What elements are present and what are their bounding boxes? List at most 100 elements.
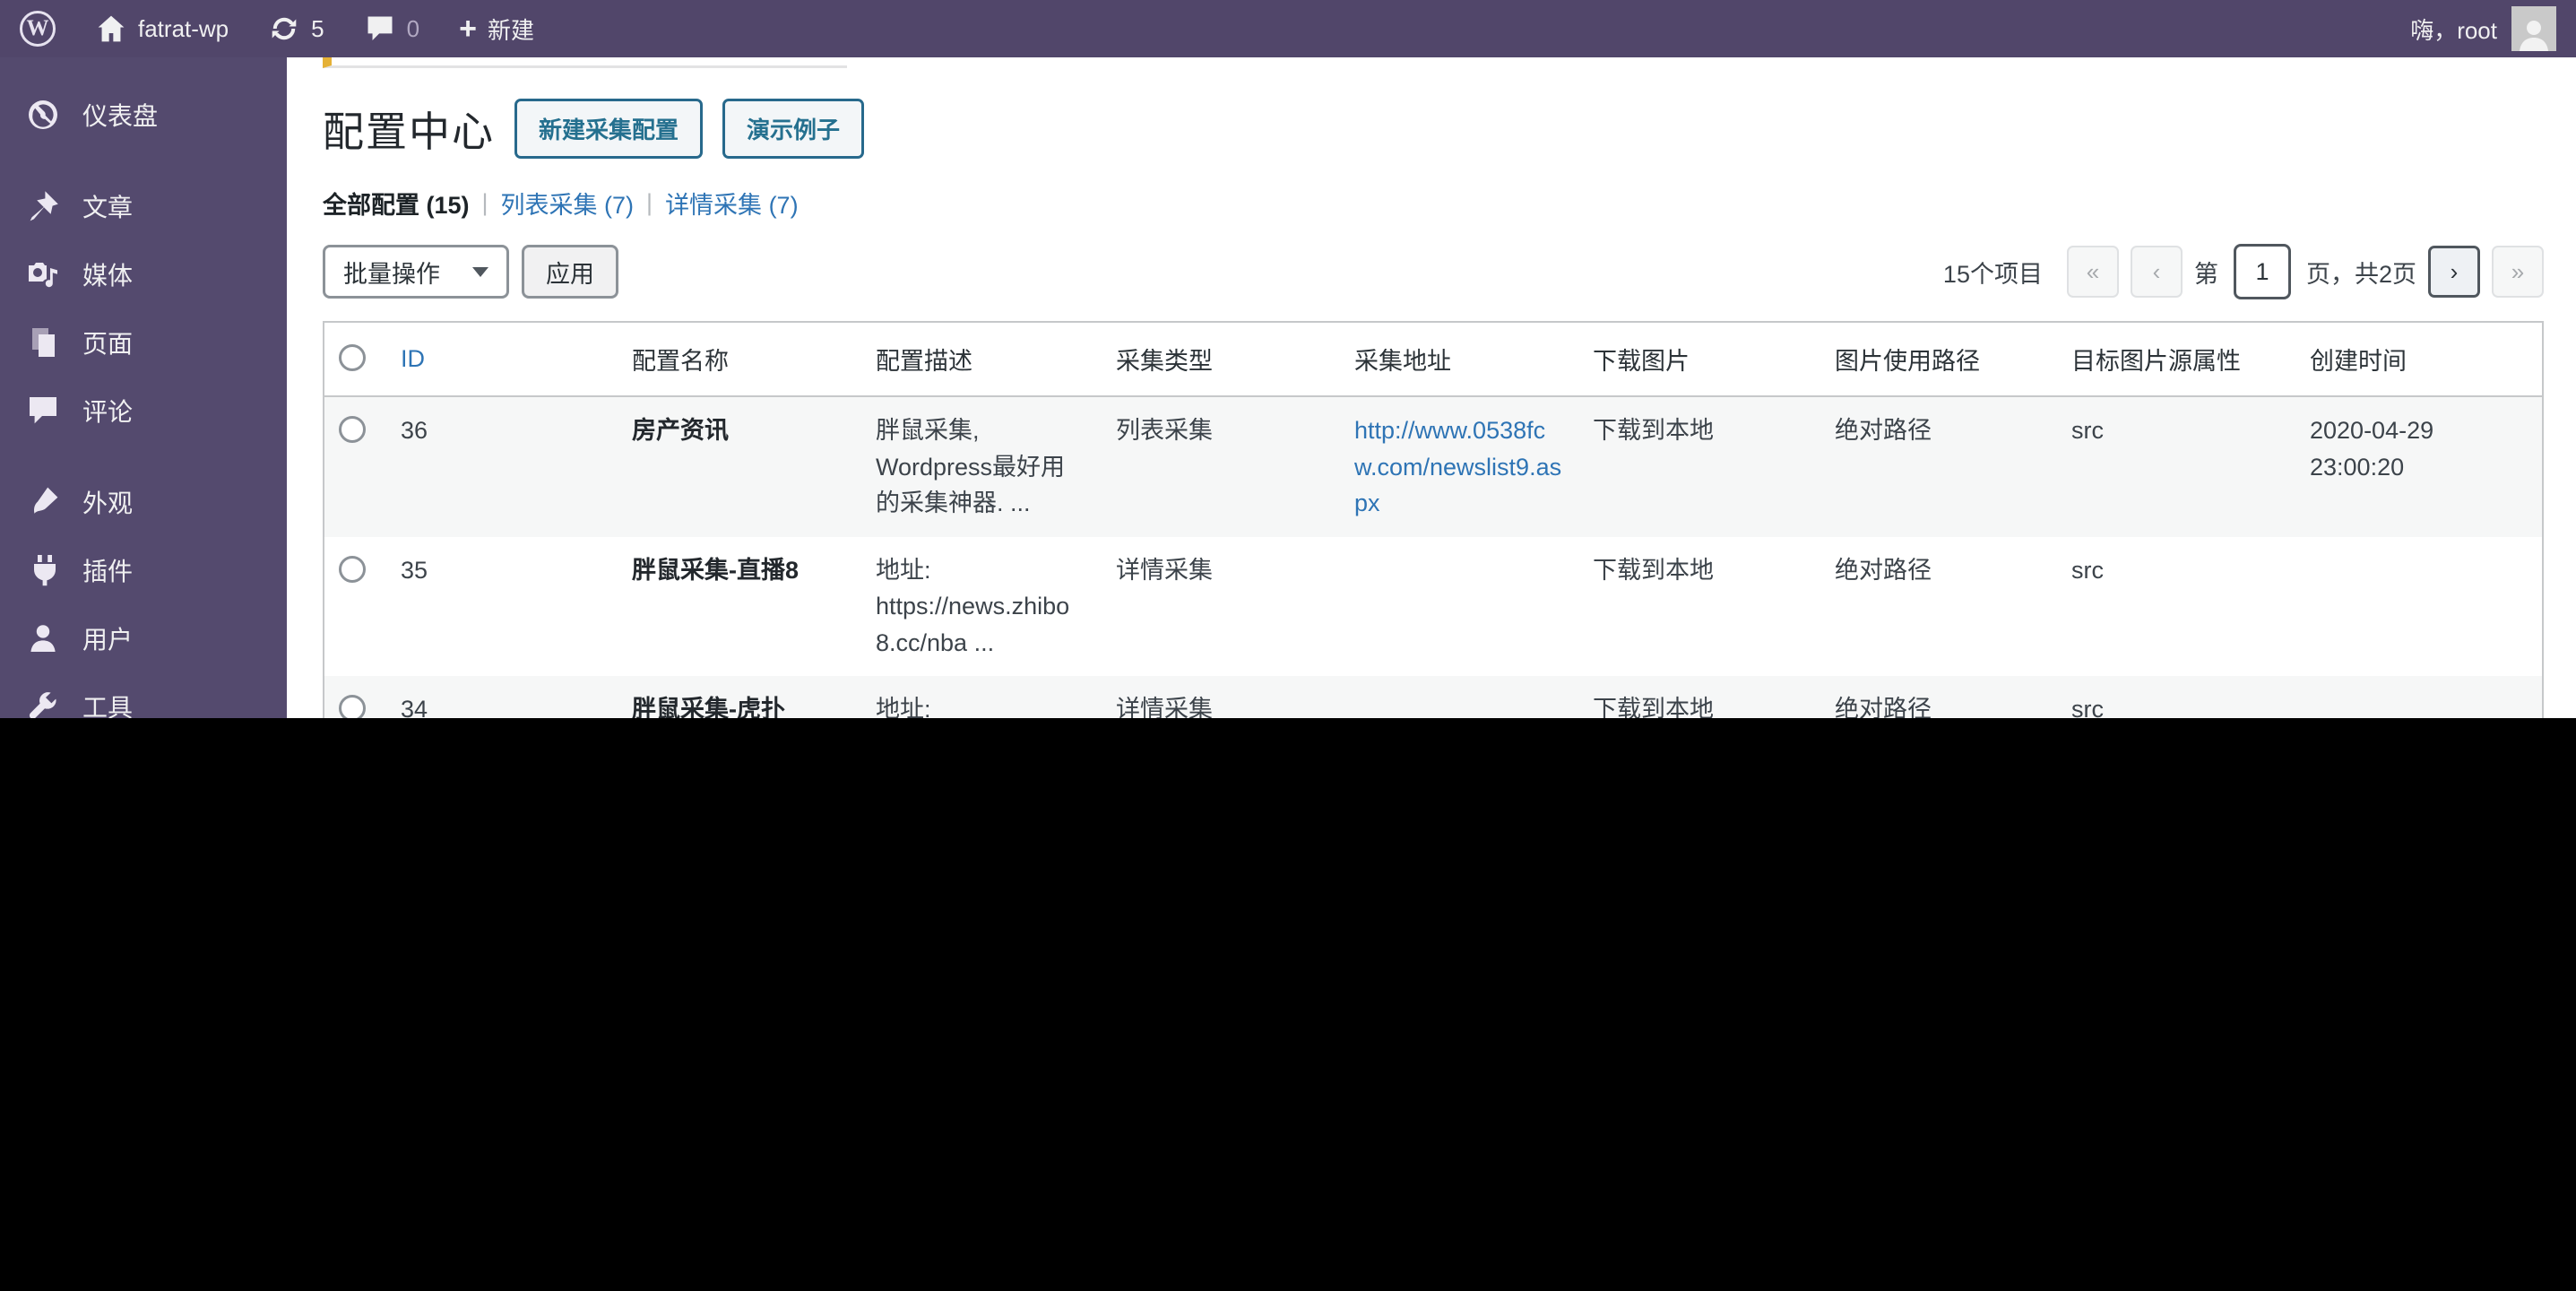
scrolled-notice-remnant xyxy=(323,57,847,68)
filter-link-2[interactable]: 详情采集 (7) xyxy=(665,186,799,221)
bulk-action-select[interactable]: 批量操作 xyxy=(323,245,509,299)
cell-url xyxy=(1340,537,1578,677)
prev-page-button: ‹ xyxy=(2131,246,2183,298)
cell-path: 绝对路径 xyxy=(1820,396,2057,537)
current-page-input[interactable] xyxy=(2234,244,2291,299)
first-page-button: « xyxy=(2067,246,2119,298)
table-row: 34胖鼠采集-虎扑地址: https://voice.hupu. com/spo… xyxy=(324,676,2543,718)
sidebar-item-media[interactable]: 媒体 xyxy=(0,240,287,308)
wrench-icon xyxy=(25,689,61,718)
sidebar-item-pushpin[interactable]: 文章 xyxy=(0,172,287,240)
cell-id: 35 xyxy=(386,537,618,677)
sidebar-item-label: 用户 xyxy=(82,620,133,656)
plus-icon: + xyxy=(459,12,477,47)
cell-id: 36 xyxy=(386,396,618,537)
cell-type: 详情采集 xyxy=(1102,676,1340,718)
cell-path: 绝对路径 xyxy=(1820,676,2057,718)
avatar[interactable] xyxy=(2511,6,2556,51)
row-checkbox[interactable] xyxy=(339,695,366,718)
next-page-button[interactable]: › xyxy=(2428,246,2480,298)
cell-id: 34 xyxy=(386,676,618,718)
cell-download: 下载到本地 xyxy=(1578,537,1820,677)
page-title: 配置中心 xyxy=(323,100,495,159)
cell-name: 胖鼠采集-虎扑 xyxy=(618,676,861,718)
sidebar-item-gauge[interactable]: 仪表盘 xyxy=(0,81,287,149)
row-checkbox[interactable] xyxy=(339,416,366,443)
home-icon xyxy=(95,13,127,45)
update-icon xyxy=(268,13,300,45)
sidebar-item-label: 仪表盘 xyxy=(82,97,158,133)
cell-url xyxy=(1340,676,1578,718)
cell-created xyxy=(2295,537,2543,677)
row-checkbox[interactable] xyxy=(339,556,366,583)
sidebar-item-wrench[interactable]: 工具 xyxy=(0,672,287,718)
gauge-icon xyxy=(25,97,61,133)
cell-type: 列表采集 xyxy=(1102,396,1340,537)
cell-desc: 地址: https://voice.hupu. com/spo... xyxy=(861,676,1102,718)
pushpin-icon xyxy=(25,188,61,224)
user-greeting[interactable]: 嗨，root xyxy=(2410,13,2497,46)
pages-icon xyxy=(25,325,61,360)
sidebar-item-pages[interactable]: 页面 xyxy=(0,308,287,377)
wordpress-logo-menu[interactable]: W xyxy=(0,0,75,57)
cell-type: 详情采集 xyxy=(1102,537,1340,677)
bulk-action-label: 批量操作 xyxy=(343,255,440,290)
sidebar-item-label: 外观 xyxy=(82,484,133,520)
pagination: 15个项目 « ‹ 第 页，共2页 › » xyxy=(1943,244,2544,299)
sidebar-item-label: 媒体 xyxy=(82,256,133,292)
chevron-down-icon xyxy=(472,267,488,277)
person-icon xyxy=(2516,15,2552,51)
plug-icon xyxy=(25,552,61,588)
column-header-type: 采集类型 xyxy=(1102,322,1340,396)
cell-attr: src xyxy=(2057,537,2295,677)
comment-icon xyxy=(364,13,396,45)
sidebar-item-brush[interactable]: 外观 xyxy=(0,468,287,536)
column-header-attr: 目标图片源属性 xyxy=(2057,322,2295,396)
items-count: 15个项目 xyxy=(1943,255,2043,290)
sidebar-item-label: 文章 xyxy=(82,188,133,224)
admin-sidebar: 仪表盘文章媒体页面评论外观插件用户工具设置 xyxy=(0,57,287,718)
page-suffix-label: 页，共2页 xyxy=(2306,255,2416,290)
demo-examples-button[interactable]: 演示例子 xyxy=(722,99,864,159)
main-content: 配置中心 新建采集配置 演示例子 全部配置 (15)|列表采集 (7)|详情采集… xyxy=(323,57,2544,718)
media-icon xyxy=(25,256,61,292)
select-all-checkbox[interactable] xyxy=(339,344,366,371)
filter-link-0[interactable]: 全部配置 (15) xyxy=(323,186,470,221)
table-row: 36房产资讯胖鼠采集, Wordpress最好用 的采集神器. ...列表采集h… xyxy=(324,396,2543,537)
comments-menu[interactable]: 0 xyxy=(344,0,439,57)
cell-created: 2020-04-29 23:00:20 xyxy=(2295,396,2543,537)
sidebar-item-label: 页面 xyxy=(82,325,133,360)
sidebar-item-label: 工具 xyxy=(82,689,133,718)
filter-links: 全部配置 (15)|列表采集 (7)|详情采集 (7) xyxy=(323,186,2544,221)
user-icon xyxy=(25,620,61,656)
site-name-menu[interactable]: fatrat-wp xyxy=(75,0,248,57)
column-header-name: 配置名称 xyxy=(618,322,861,396)
cell-created xyxy=(2295,676,2543,718)
collect-url-link[interactable]: http://www.0538fc w.com/newslist9.as px xyxy=(1354,417,1561,516)
filter-separator: | xyxy=(482,189,488,217)
updates-menu[interactable]: 5 xyxy=(248,0,343,57)
cell-name: 胖鼠采集-直播8 xyxy=(618,537,861,677)
id-sort-link[interactable]: ID xyxy=(401,345,425,372)
sidebar-item-user[interactable]: 用户 xyxy=(0,604,287,672)
new-content-menu[interactable]: + 新建 xyxy=(439,0,554,57)
cell-path: 绝对路径 xyxy=(1820,537,2057,677)
filter-link-1[interactable]: 列表采集 (7) xyxy=(501,186,635,221)
site-name-label: fatrat-wp xyxy=(138,15,229,43)
new-config-button[interactable]: 新建采集配置 xyxy=(514,99,703,159)
wordpress-logo-icon: W xyxy=(20,11,56,47)
cell-attr: src xyxy=(2057,396,2295,537)
column-header-desc: 配置描述 xyxy=(861,322,1102,396)
cell-desc: 地址: https://news.zhibo 8.cc/nba ... xyxy=(861,537,1102,677)
admin-bar: W fatrat-wp 5 0 + 新建 嗨，root xyxy=(0,0,2576,57)
column-header-path: 图片使用路径 xyxy=(1820,322,2057,396)
column-header-id: ID xyxy=(386,322,618,396)
apply-button[interactable]: 应用 xyxy=(522,245,618,299)
column-header-download: 下载图片 xyxy=(1578,322,1820,396)
table-row: 35胖鼠采集-直播8地址: https://news.zhibo 8.cc/nb… xyxy=(324,537,2543,677)
column-header-url: 采集地址 xyxy=(1340,322,1578,396)
sidebar-item-comment[interactable]: 评论 xyxy=(0,377,287,445)
last-page-button[interactable]: » xyxy=(2492,246,2544,298)
cell-url: http://www.0538fc w.com/newslist9.as px xyxy=(1340,396,1578,537)
sidebar-item-plug[interactable]: 插件 xyxy=(0,536,287,604)
